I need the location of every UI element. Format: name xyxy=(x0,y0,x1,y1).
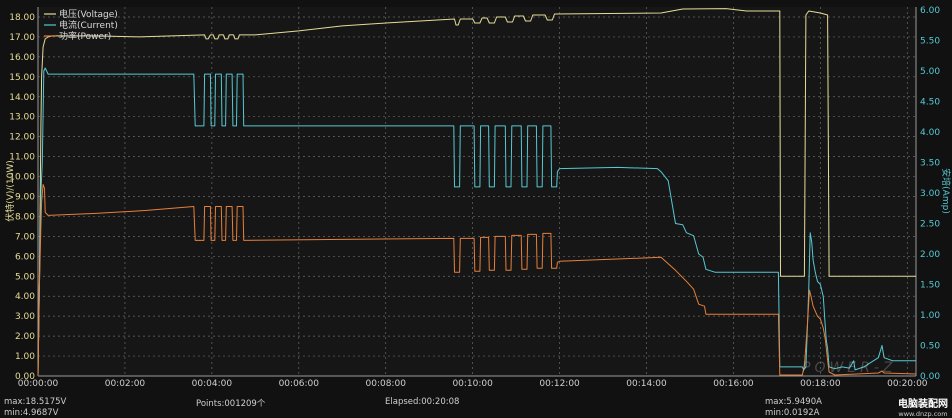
y-tick-label-right: 1.50 xyxy=(920,281,940,291)
voltage-max: max:18.5175V xyxy=(4,397,67,407)
current-max: max:5.9490A xyxy=(765,397,822,407)
y-tick-label-left: 7.00 xyxy=(15,232,35,242)
chart: 00:00:00 00:02:00 00:04:00 00:06:00 00:08:00… xyxy=(4,6,952,389)
y-tick-label-left: 13.00 xyxy=(9,113,35,123)
y-tick-label-left: 17.00 xyxy=(9,33,35,43)
y-tick-label-left: 1.00 xyxy=(15,352,35,362)
y-tick-label-right: 0.50 xyxy=(920,342,940,352)
y-tick-label-right: 5.50 xyxy=(920,37,940,47)
x-tick-label: 00:16:00 xyxy=(713,379,754,389)
y-tick-label-right: 0.00 xyxy=(920,372,940,382)
y-tick-label-right: 4.00 xyxy=(920,128,940,138)
y-tick-label-left: 12.00 xyxy=(9,133,35,143)
watermark-sub: www.dnzp.com xyxy=(898,410,948,418)
y-tick-label-right: 6.00 xyxy=(920,6,940,16)
y-tick-label-left: 8.00 xyxy=(15,212,35,222)
y-tick-label-right: 4.50 xyxy=(920,98,940,108)
current-min: min:0.0192A xyxy=(765,408,820,418)
x-tick-label: 00:18:00 xyxy=(800,379,841,389)
y-tick-label-left: 15.00 xyxy=(9,73,35,83)
x-tick-label: 00:02:00 xyxy=(105,379,146,389)
site-watermark: 电脑装配网 www.dnzp.com xyxy=(898,395,948,418)
y-tick-label-right: 1.00 xyxy=(920,311,940,321)
watermark-main: 电脑装配网 xyxy=(898,399,948,410)
y-axis-label-right: 安培(Amp) xyxy=(940,168,952,214)
y-tick-label-left: 4.00 xyxy=(15,292,35,302)
y-tick-label-left: 3.00 xyxy=(15,312,35,322)
y-tick-label-left: 0.00 xyxy=(15,372,35,382)
y-tick-label-left: 14.00 xyxy=(9,93,35,103)
y-tick-label-right: 3.00 xyxy=(920,189,940,199)
y-tick-label-left: 6.00 xyxy=(15,252,35,262)
x-tick-label: 00:06:00 xyxy=(279,379,320,389)
legend-label: 电流(Current) xyxy=(59,19,118,31)
elapsed-time: Elapsed:00:20:08 xyxy=(385,397,460,407)
y-tick-label-left: 5.00 xyxy=(15,272,35,282)
points-count: Points:001209个 xyxy=(196,399,266,409)
y-tick-label-right: 2.50 xyxy=(920,220,940,230)
x-tick-label: 00:10:00 xyxy=(452,379,493,389)
y-tick-label-left: 18.00 xyxy=(9,13,35,23)
brand-mark: POWER-Z xyxy=(802,360,897,376)
y-tick-label-right: 5.00 xyxy=(920,67,940,77)
x-tick-label: 00:08:00 xyxy=(366,379,407,389)
legend-label: 功率(Power) xyxy=(59,30,111,42)
x-tick-label: 00:04:00 xyxy=(192,379,233,389)
plot-area xyxy=(38,7,916,376)
x-tick-label: 00:14:00 xyxy=(626,379,667,389)
y-tick-label-left: 2.00 xyxy=(15,332,35,342)
legend-label: 电压(Voltage) xyxy=(59,8,118,20)
y-tick-label-left: 9.00 xyxy=(15,192,35,202)
y-tick-label-right: 2.00 xyxy=(920,250,940,260)
x-tick-label: 00:12:00 xyxy=(539,379,580,389)
y-tick-label-right: 3.50 xyxy=(920,159,940,169)
y-axis-label-left: 伏特(V)/(10W) xyxy=(4,160,16,222)
voltage-min: min:4.9687V xyxy=(4,408,59,418)
y-tick-label-left: 16.00 xyxy=(9,53,35,63)
